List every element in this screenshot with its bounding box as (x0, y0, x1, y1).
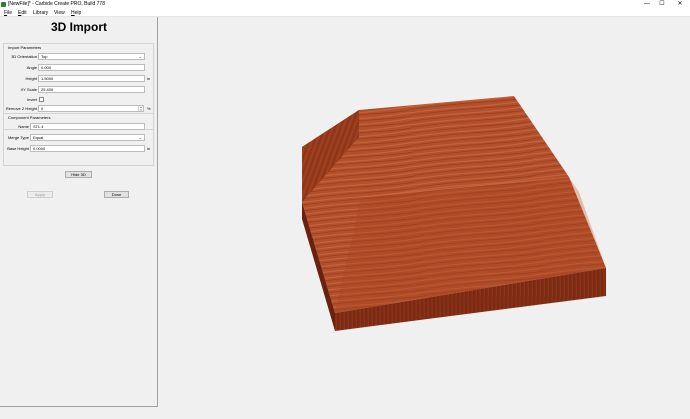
invert-label: Invert (26, 97, 37, 102)
maximize-icon[interactable]: ☐ (656, 0, 668, 9)
base-height-label: Base Height (7, 146, 29, 151)
height-input[interactable]: 1.5000 (38, 75, 145, 82)
remove-z-spinbox[interactable]: 0 ▴ ▾ (38, 105, 144, 112)
minimize-icon[interactable]: — (641, 0, 653, 9)
xy-scale-input[interactable]: 25.400 (38, 86, 145, 93)
group-title: Import Parameters (8, 45, 42, 50)
menu-file[interactable]: File (4, 9, 12, 17)
angle-input[interactable]: 0.000 (38, 64, 145, 71)
import-panel: 3D Import Import Parameters 3D Orientati… (0, 17, 158, 407)
spin-arrows-icon[interactable]: ▴ ▾ (138, 106, 143, 111)
chevron-down-icon: ⌄ (138, 135, 142, 140)
title-bar: [NewFile]* - Carbide Create PRO, Build 7… (0, 0, 690, 9)
height-label: Height (25, 76, 37, 81)
hide-3d-button[interactable]: Hide 3D (65, 171, 92, 178)
invert-checkbox[interactable] (39, 97, 44, 102)
component-parameters-group: Component Parameters Name STL 4 Merge Ty… (3, 113, 154, 166)
xy-scale-label: XY Scale (20, 87, 37, 92)
menu-edit[interactable]: Edit (18, 9, 27, 17)
height-unit: in (147, 76, 151, 81)
chevron-down-icon: ⌄ (138, 54, 142, 59)
merge-type-label: Merge Type (7, 135, 29, 140)
3d-model-preview (302, 96, 606, 331)
merge-type-select[interactable]: Equal ⌄ (30, 134, 145, 141)
window-title: [NewFile]* - Carbide Create PRO, Build 7… (8, 1, 105, 7)
base-height-unit: in (147, 146, 151, 151)
name-label: Name (18, 124, 29, 129)
done-button[interactable]: Done (104, 191, 129, 198)
group-title: Component Parameters (8, 115, 51, 120)
remove-z-label: Remove Z Height (5, 106, 37, 111)
angle-label: Angle (26, 65, 37, 70)
orientation-select[interactable]: Top ⌄ (38, 53, 145, 60)
panel-title: 3D Import (50, 20, 107, 34)
menu-view[interactable]: View (54, 9, 65, 17)
base-height-input[interactable]: 0.0000 (30, 145, 145, 152)
menu-library[interactable]: Library (33, 9, 48, 17)
menu-bar: File Edit Library View Help (0, 9, 690, 17)
3d-viewport[interactable] (159, 17, 690, 414)
menu-help[interactable]: Help (71, 9, 81, 17)
remove-z-unit: % (147, 106, 151, 111)
name-input[interactable]: STL 4 (30, 123, 145, 130)
orientation-label: 3D Orientation (11, 54, 37, 59)
apply-button[interactable]: Apply (27, 191, 53, 198)
app-icon (1, 2, 6, 7)
close-icon[interactable]: ✕ (674, 0, 686, 9)
status-bar (0, 407, 158, 414)
